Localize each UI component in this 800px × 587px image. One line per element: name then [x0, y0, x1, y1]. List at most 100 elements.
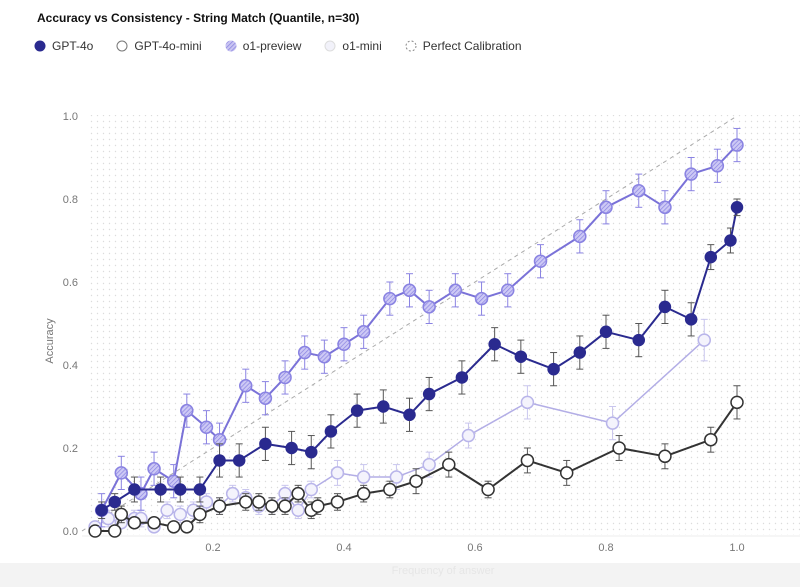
data-point-gpt-4o — [193, 483, 207, 496]
data-point-gpt-4o-mini — [409, 474, 423, 488]
data-point-o1-preview — [199, 420, 214, 434]
data-point-gpt-4o — [488, 338, 501, 351]
data-point-gpt-4o — [658, 300, 672, 314]
data-point-o1-mini — [225, 486, 240, 501]
data-point-gpt-4o — [95, 504, 108, 517]
chart-plot: 0.0 0.2 0.4 0.6 0.8 1.0 0.2 0.4 0.6 0.8 1.0 Accur… — [44, 111, 800, 577]
data-point-gpt-4o — [573, 346, 587, 359]
data-point-gpt-4o-mini — [612, 441, 626, 455]
data-point-gpt-4o — [455, 371, 469, 384]
data-point-o1-mini — [461, 428, 476, 443]
data-point-o1-preview — [573, 229, 587, 244]
data-point-gpt-4o — [377, 400, 390, 413]
data-point-gpt-4o — [704, 250, 718, 264]
data-point-o1-preview — [297, 345, 312, 360]
data-point-gpt-4o-mini — [658, 449, 672, 464]
x-tick-label: 0.6 — [467, 542, 482, 554]
data-point-o1-preview — [239, 379, 253, 393]
data-point-o1-mini — [330, 466, 345, 480]
data-point-gpt-4o — [632, 333, 645, 347]
data-point-gpt-4o-mini — [239, 495, 253, 509]
data-point-o1-preview — [448, 283, 463, 298]
data-point-o1-preview — [180, 403, 194, 418]
y-tick-label: 0.8 — [63, 194, 78, 206]
data-point-gpt-4o — [174, 483, 187, 496]
y-tick-label: 0.0 — [63, 526, 78, 538]
data-point-o1-preview — [337, 337, 351, 351]
data-point-gpt-4o-mini — [481, 482, 495, 497]
data-point-o1-preview — [317, 349, 332, 364]
data-point-o1-preview — [258, 391, 273, 405]
data-point-o1-preview — [383, 291, 397, 306]
data-point-gpt-4o-mini — [147, 515, 161, 530]
data-point-gpt-4o — [232, 454, 246, 467]
data-point-gpt-4o-mini — [108, 524, 122, 538]
data-point-o1-preview — [599, 200, 613, 215]
data-point-gpt-4o — [259, 437, 272, 451]
data-point-gpt-4o — [324, 425, 338, 438]
data-point-o1-preview — [658, 200, 672, 215]
data-point-o1-preview — [533, 254, 548, 268]
data-point-o1-mini — [291, 503, 305, 517]
data-point-gpt-4o-mini — [265, 499, 279, 513]
data-point-gpt-4o — [684, 313, 698, 326]
data-point-o1-mini — [605, 416, 620, 430]
data-point-gpt-4o-mini — [252, 495, 266, 509]
data-point-gpt-4o-mini — [311, 499, 325, 513]
data-point-gpt-4o-mini — [278, 499, 292, 513]
data-point-gpt-4o-mini — [166, 520, 181, 534]
data-point-o1-preview — [730, 138, 744, 152]
data-point-o1-mini — [304, 482, 318, 497]
data-point-o1-preview — [710, 159, 725, 173]
data-point-gpt-4o — [285, 441, 298, 455]
data-point-o1-preview — [422, 300, 436, 314]
data-point-gpt-4o — [724, 234, 737, 247]
data-point-o1-preview — [501, 283, 515, 298]
y-tick-label: 0.6 — [63, 277, 78, 289]
data-point-gpt-4o-mini — [730, 395, 744, 410]
data-point-gpt-4o-mini — [520, 453, 535, 468]
x-tick-label: 0.4 — [336, 542, 351, 554]
data-point-o1-mini — [160, 503, 174, 517]
data-point-o1-preview — [147, 462, 161, 476]
data-point-o1-preview — [356, 325, 371, 339]
data-point-o1-preview — [632, 183, 646, 198]
data-point-gpt-4o — [305, 445, 318, 459]
data-point-gpt-4o-mini — [193, 507, 207, 522]
y-tick-label: 0.2 — [63, 443, 78, 455]
data-point-o1-preview — [402, 283, 417, 298]
x-tick-label: 0.2 — [205, 542, 220, 554]
y-tick-label: 0.4 — [63, 360, 78, 372]
x-tick-label: 0.8 — [598, 542, 613, 554]
data-point-o1-preview — [684, 167, 698, 181]
data-point-gpt-4o-mini — [559, 466, 574, 480]
data-point-gpt-4o — [213, 454, 226, 467]
data-point-gpt-4o — [730, 201, 744, 214]
data-point-o1-mini — [697, 333, 711, 347]
data-point-gpt-4o-mini — [212, 499, 227, 513]
data-point-gpt-4o — [514, 350, 528, 363]
data-point-o1-mini — [173, 507, 187, 522]
data-point-o1-preview — [114, 466, 129, 480]
data-point-gpt-4o-mini — [704, 432, 718, 447]
data-point-gpt-4o-mini — [383, 482, 397, 497]
data-point-gpt-4o — [422, 387, 436, 401]
data-point-gpt-4o-mini — [356, 486, 371, 501]
data-point-o1-mini — [356, 470, 371, 484]
data-point-gpt-4o — [128, 483, 141, 496]
data-point-gpt-4o — [154, 483, 167, 496]
data-point-o1-mini — [422, 457, 436, 472]
y-tick-label: 1.0 — [63, 111, 78, 123]
x-tick-label: 1.0 — [729, 542, 744, 554]
data-point-gpt-4o — [599, 325, 613, 339]
data-point-gpt-4o-mini — [127, 515, 142, 530]
data-point-gpt-4o — [108, 495, 121, 509]
data-point-gpt-4o — [403, 408, 416, 422]
data-point-o1-preview — [474, 291, 489, 306]
data-point-gpt-4o-mini — [330, 495, 345, 509]
x-axis-label: Frequency of answer — [392, 565, 495, 577]
data-point-gpt-4o-mini — [180, 520, 194, 534]
data-point-gpt-4o-mini — [442, 457, 456, 472]
data-point-gpt-4o-mini — [291, 486, 305, 501]
y-axis-label: Accuracy — [44, 318, 56, 364]
